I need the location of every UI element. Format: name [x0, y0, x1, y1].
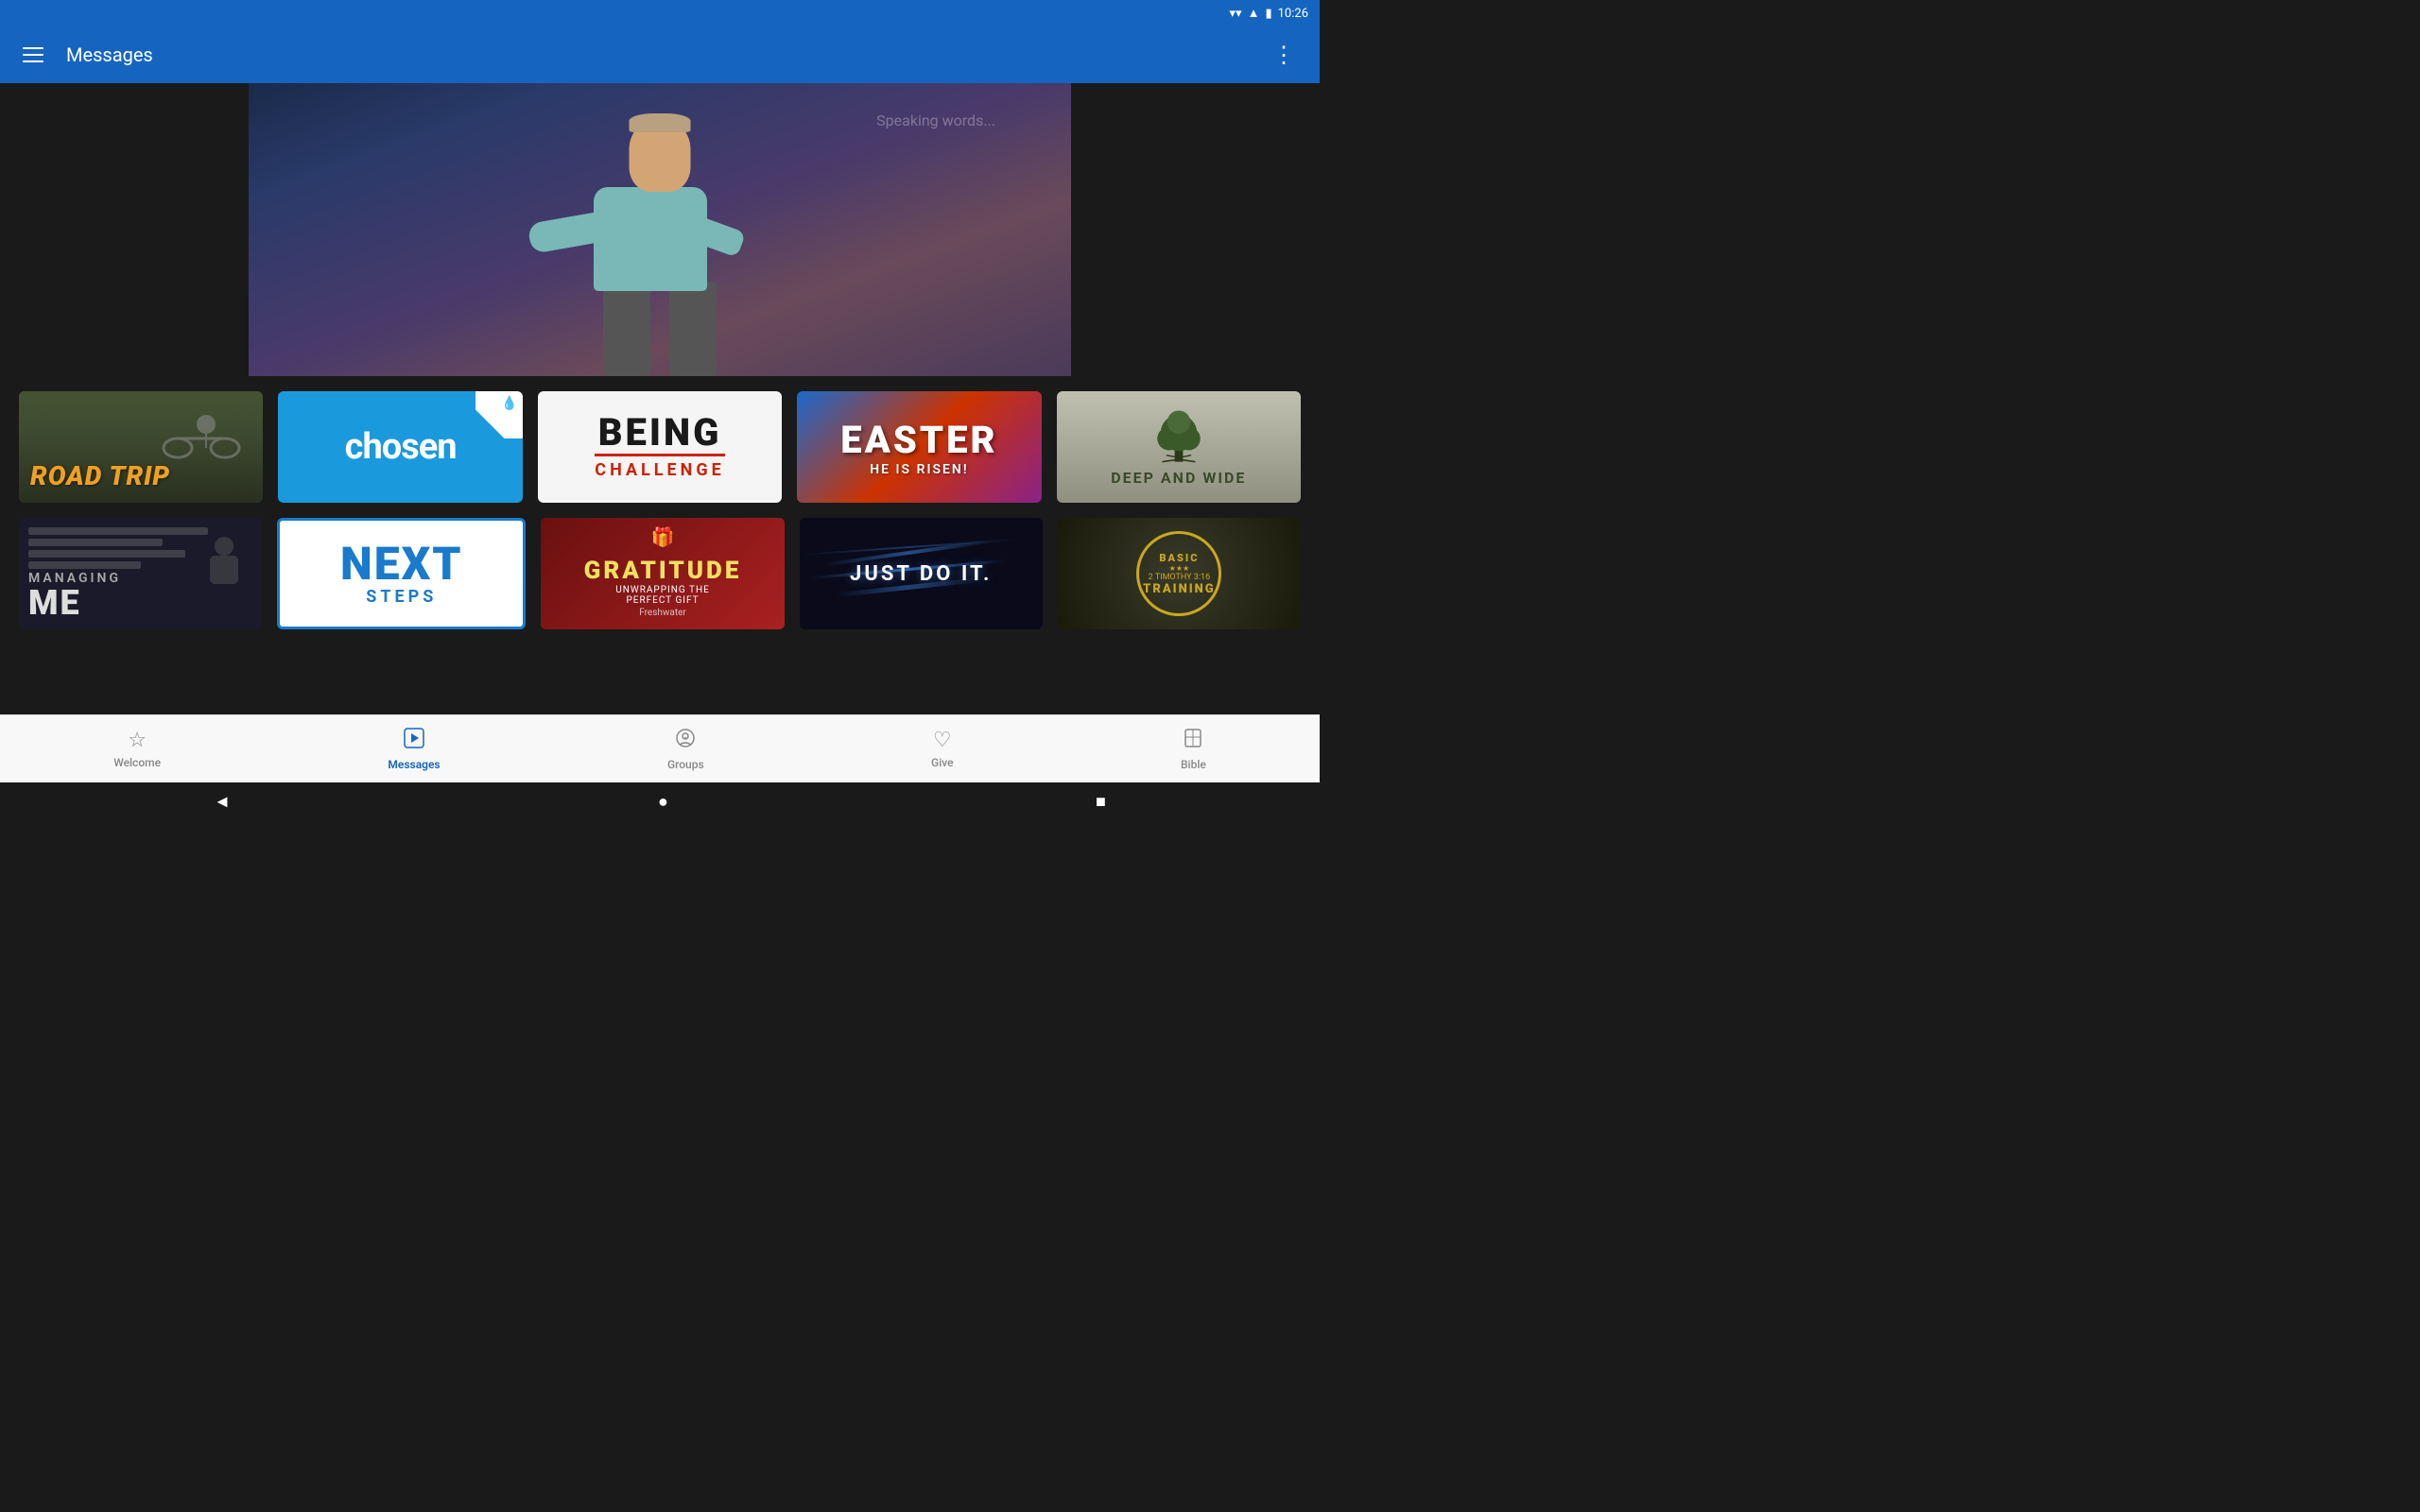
card-chosen[interactable]: 💧 chosen: [278, 391, 522, 503]
card-road-trip[interactable]: RoaD TRiP: [19, 391, 263, 503]
next-label: NEXT: [340, 541, 463, 587]
card-managing-me[interactable]: MANAGING ME: [19, 518, 262, 629]
clock: 10:26: [1278, 7, 1308, 21]
challenge-label: CHALLENGE: [595, 454, 724, 480]
grid-row-1: RoaD TRiP 💧 chosen BEING CHALLENGE EASTE…: [19, 391, 1301, 503]
battery-icon: ▮: [1265, 7, 1271, 21]
wifi-icon: ▾▾: [1230, 7, 1242, 21]
signal-icon: ▲: [1248, 6, 1260, 21]
hamburger-line: [23, 47, 43, 49]
hamburger-menu-button[interactable]: [15, 40, 51, 70]
gratitude-sub2: PERFECT GIFT: [584, 595, 742, 606]
nav-groups[interactable]: Groups: [648, 720, 723, 779]
being-label: BEING: [598, 414, 722, 452]
hero-video[interactable]: Speaking words...: [0, 83, 1320, 376]
app-bar: Messages ⋮: [0, 26, 1320, 83]
tree-icon: [1146, 408, 1212, 465]
easter-label: EASTER: [840, 418, 997, 462]
card-next-steps[interactable]: NEXT STEPS: [277, 518, 526, 629]
basic-circle: BASIC ★★★ 2 TIMOTHY 3:16 TRAINING: [1136, 531, 1221, 616]
groups-label: Groups: [667, 758, 704, 771]
gratitude-sub: UNWRAPPING THE: [584, 585, 742, 595]
grid-row-2: MANAGING ME NEXT STEPS 🎁 GRATITUDE UNWRA…: [19, 518, 1301, 629]
recents-button[interactable]: ■: [1096, 792, 1106, 812]
messages-label: Messages: [388, 758, 440, 771]
nav-bible[interactable]: Bible: [1162, 720, 1225, 779]
back-button[interactable]: ◄: [214, 792, 231, 812]
bible-label: Bible: [1181, 758, 1206, 771]
hamburger-line: [23, 60, 43, 62]
me-label: ME: [28, 586, 121, 620]
play-icon-svg: [404, 728, 424, 748]
basic-label: BASIC: [1159, 552, 1199, 564]
welcome-icon: ☆: [128, 729, 147, 752]
home-button[interactable]: ●: [658, 792, 668, 812]
gratitude-label: GRATITUDE: [584, 557, 742, 585]
nav-give[interactable]: ♡ Give: [912, 721, 973, 777]
chosen-label: chosen: [345, 426, 457, 468]
status-icons: ▾▾ ▲ ▮ 10:26: [1230, 6, 1308, 21]
system-nav-bar: ◄ ● ■: [0, 782, 1320, 820]
road-trip-label: RoaD TRiP: [30, 462, 170, 491]
page-title: Messages: [66, 43, 1265, 66]
card-being-challenge[interactable]: BEING CHALLENGE: [538, 391, 782, 503]
basic-verse: 2 TIMOTHY 3:16: [1149, 573, 1211, 582]
tree-container: DEEP AND WIDE: [1111, 408, 1246, 487]
card-basic-training[interactable]: BASIC ★★★ 2 TIMOTHY 3:16 TRAINING: [1058, 518, 1301, 629]
bottom-navigation: ☆ Welcome Messages Groups ♡ Give: [0, 714, 1320, 782]
basic-stars: ★★★: [1169, 564, 1190, 573]
steps-label: STEPS: [366, 587, 437, 607]
give-label: Give: [931, 756, 954, 769]
messages-icon: [404, 728, 424, 754]
card-deep-wide[interactable]: DEEP AND WIDE: [1057, 391, 1301, 503]
nav-messages[interactable]: Messages: [369, 720, 458, 779]
message-grid: RoaD TRiP 💧 chosen BEING CHALLENGE EASTE…: [0, 376, 1320, 735]
deep-wide-label: DEEP AND WIDE: [1111, 469, 1246, 487]
bible-icon-svg: [1183, 728, 1203, 748]
managing-text: MANAGING ME: [28, 571, 121, 620]
hamburger-line: [23, 54, 43, 56]
card-easter[interactable]: EASTER HE IS RISEN!: [797, 391, 1041, 503]
groups-icon: [675, 728, 696, 754]
more-options-button[interactable]: ⋮: [1265, 34, 1305, 76]
bible-icon: [1183, 728, 1203, 754]
nav-welcome[interactable]: ☆ Welcome: [95, 721, 180, 777]
welcome-label: Welcome: [113, 756, 161, 769]
card-gratitude[interactable]: 🎁 GRATITUDE UNWRAPPING THE PERFECT GIFT …: [541, 518, 784, 629]
status-bar: ▾▾ ▲ ▮ 10:26: [0, 0, 1320, 26]
give-icon: ♡: [933, 729, 952, 752]
card-just-do-it[interactable]: JUST DO IT.: [800, 518, 1043, 629]
training-label: TRAINING: [1143, 582, 1216, 596]
groups-icon-svg: [675, 728, 696, 748]
hero-image: Speaking words...: [249, 83, 1071, 376]
easter-sub-label: HE IS RISEN!: [870, 462, 968, 477]
just-do-it-label: JUST DO IT.: [850, 562, 992, 586]
freshwater-label: Freshwater: [584, 608, 742, 618]
